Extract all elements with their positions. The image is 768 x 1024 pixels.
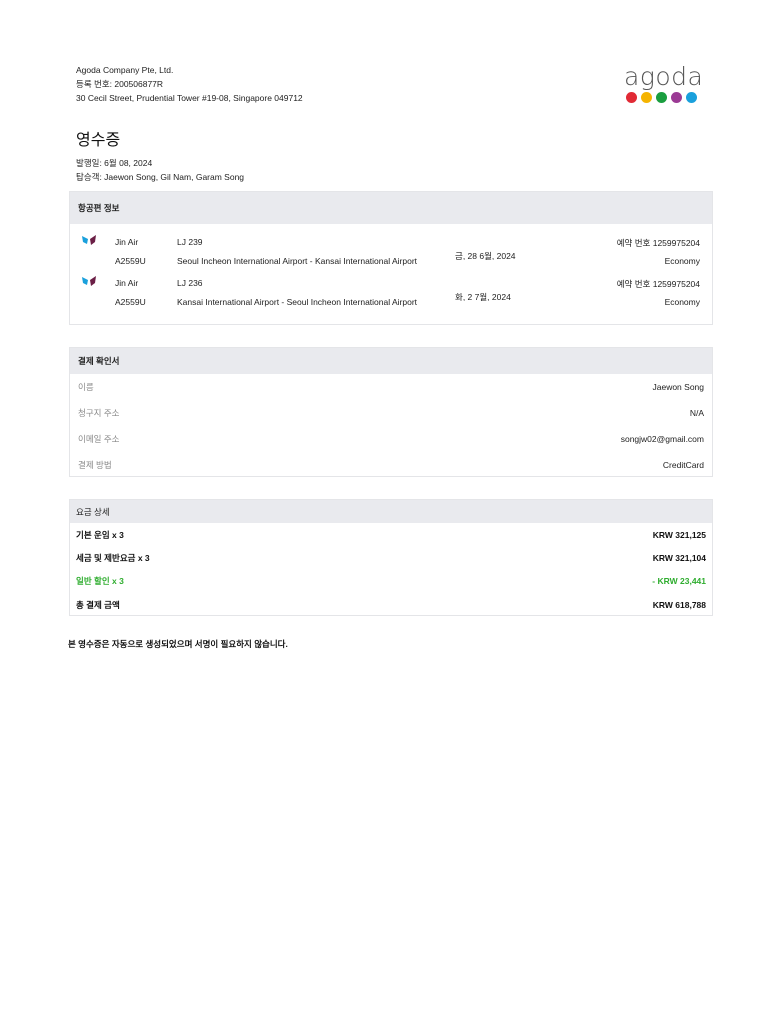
value: Jaewon Song [652, 382, 704, 392]
flight-row: Jin Air A2559U LJ 239 Seoul Incheon Inte… [70, 233, 712, 274]
jin-air-butterfly-icon [82, 235, 96, 245]
passengers: 탑승객: Jaewon Song, Gil Nam, Garam Song [76, 172, 245, 182]
payment-confirmation-section: 결제 확인서 이름 Jaewon Song 청구지 주소 N/A 이메일 주소 son… [69, 347, 713, 477]
jin-air-butterfly-icon [82, 276, 96, 286]
value: N/A [689, 408, 704, 418]
label: 결제 방법 [78, 460, 112, 470]
value: KRW 321,125 [652, 529, 706, 540]
fare-row-total: 총 결제 금액 KRW 618,788 [70, 593, 712, 616]
payment-row-method: 결제 방법 CreditCard [70, 452, 712, 478]
label: 총 결제 금액 [76, 599, 120, 610]
airline: Jin Air [115, 278, 139, 288]
value: KRW 618,788 [652, 599, 706, 610]
section-header: 결제 확인서 [70, 348, 712, 374]
flight-info-section: 항공편 정보 Jin Air A2559U LJ 239 Seoul Inche… [69, 191, 713, 325]
value: songjw02@gmail.com [620, 434, 704, 444]
airline: Jin Air [115, 237, 139, 247]
fare-row-discount: 일반 할인 x 3 - KRW 23,441 [70, 570, 712, 593]
fare-row-taxes: 세금 및 제반요금 x 3 KRW 321,104 [70, 546, 712, 569]
label: 이름 [78, 382, 94, 392]
company-name: Agoda Company Pte, Ltd. [76, 65, 174, 75]
logo-dot [641, 92, 652, 103]
value: - KRW 23,441 [652, 576, 706, 587]
logo-dot [626, 92, 637, 103]
label: 세금 및 제반요금 x 3 [76, 552, 150, 563]
route: Seoul Incheon International Airport - Ka… [177, 256, 418, 266]
flight-date: 화, 2 7월, 2024 [455, 292, 511, 302]
flight-number: LJ 236 [177, 278, 203, 288]
label: 일반 할인 x 3 [76, 576, 124, 587]
payment-row-billing-address: 청구지 주소 N/A [70, 400, 712, 426]
logo-dot [671, 92, 682, 103]
route: Kansai International Airport - Seoul Inc… [177, 297, 418, 307]
value: KRW 321,104 [652, 552, 706, 563]
flight-row: Jin Air A2559U LJ 236 Kansai Internation… [70, 274, 712, 315]
page-title: 영수증 [76, 132, 121, 149]
footer-note: 본 영수증은 자동으로 생성되었으며 서명이 필요하지 않습니다. [68, 639, 288, 649]
label: 청구지 주소 [78, 408, 120, 418]
label: 이메일 주소 [78, 434, 120, 444]
company-info: Agoda Company Pte, Ltd. 등록 번호: 200506877… [76, 63, 303, 105]
fare-row-base: 기본 운임 x 3 KRW 321,125 [70, 523, 712, 546]
value: CreditCard [662, 460, 704, 470]
flight-date: 금, 28 6월, 2024 [455, 251, 516, 261]
cabin-class: Economy [664, 256, 700, 266]
issue-date: 발행일: 6월 08, 2024 [76, 158, 153, 168]
booking-number: 예약 번호 1259975204 [616, 238, 700, 248]
logo-dot [656, 92, 667, 103]
company-registration: 등록 번호: 200506877R [76, 79, 164, 89]
company-address: 30 Cecil Street, Prudential Tower #19-08… [76, 93, 303, 103]
agoda-logo: agoda [624, 64, 704, 103]
section-header: 항공편 정보 [70, 192, 712, 224]
airline-code: A2559U [115, 297, 146, 307]
payment-row-email: 이메일 주소 songjw02@gmail.com [70, 426, 712, 452]
label: 기본 운임 x 3 [76, 529, 124, 540]
logo-text: agoda [624, 62, 704, 91]
booking-number: 예약 번호 1259975204 [616, 279, 700, 289]
cabin-class: Economy [664, 297, 700, 307]
section-header: 요금 상세 [70, 500, 712, 523]
payment-row-name: 이름 Jaewon Song [70, 374, 712, 400]
flight-number: LJ 239 [177, 237, 203, 247]
airline-code: A2559U [115, 256, 146, 266]
logo-dot [686, 92, 697, 103]
fare-details-section: 요금 상세 기본 운임 x 3 KRW 321,125 세금 및 제반요금 x 3… [69, 499, 713, 616]
